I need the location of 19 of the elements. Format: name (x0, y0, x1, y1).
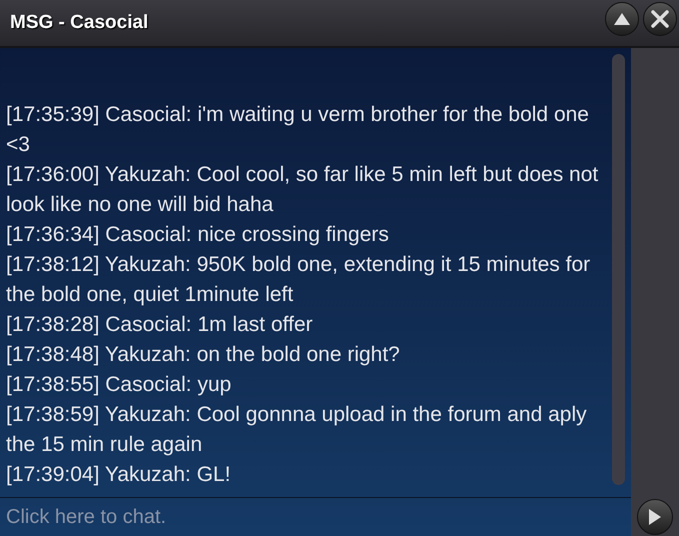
scrollbar[interactable] (612, 54, 625, 485)
chat-message: [17:36:00] Yakuzah: Cool cool, so far like 5 min left but does not look like no one will bid haha (6, 162, 600, 218)
close-icon (651, 10, 669, 28)
chat-message: [17:36:34] Casocial: nice crossing fingers (6, 222, 390, 248)
chat-message: [17:38:12] Yakuzah: 950K bold one, extending it 15 minutes for the bold one, quiet 1minute left (6, 252, 592, 308)
send-button[interactable] (637, 499, 673, 535)
window-title: MSG - Casocial (10, 10, 148, 35)
chat-message: [17:38:55] Casocial: yup (6, 372, 232, 398)
chat-input[interactable]: Click here to chat. (0, 498, 631, 536)
close-button[interactable] (643, 2, 677, 36)
chat-message: [17:38:59] Yakuzah: Cool gonnna upload in the forum and aply the 15 min rule again (6, 402, 588, 458)
chat-message: [17:35:39] Casocial: i'm waiting u verm brother for the bold one <3 (6, 102, 590, 158)
collapse-button[interactable] (605, 2, 639, 36)
play-icon (648, 508, 662, 526)
chat-input-field[interactable]: Click here to chat. (6, 502, 631, 532)
chat-message: [17:38:28] Casocial: 1m last offer (6, 312, 314, 338)
chat-message: [17:38:48] Yakuzah: on the bold one right? (6, 342, 401, 368)
triangle-up-icon (613, 12, 631, 26)
chat-message: [17:39:04] Yakuzah: GL! (6, 462, 232, 488)
